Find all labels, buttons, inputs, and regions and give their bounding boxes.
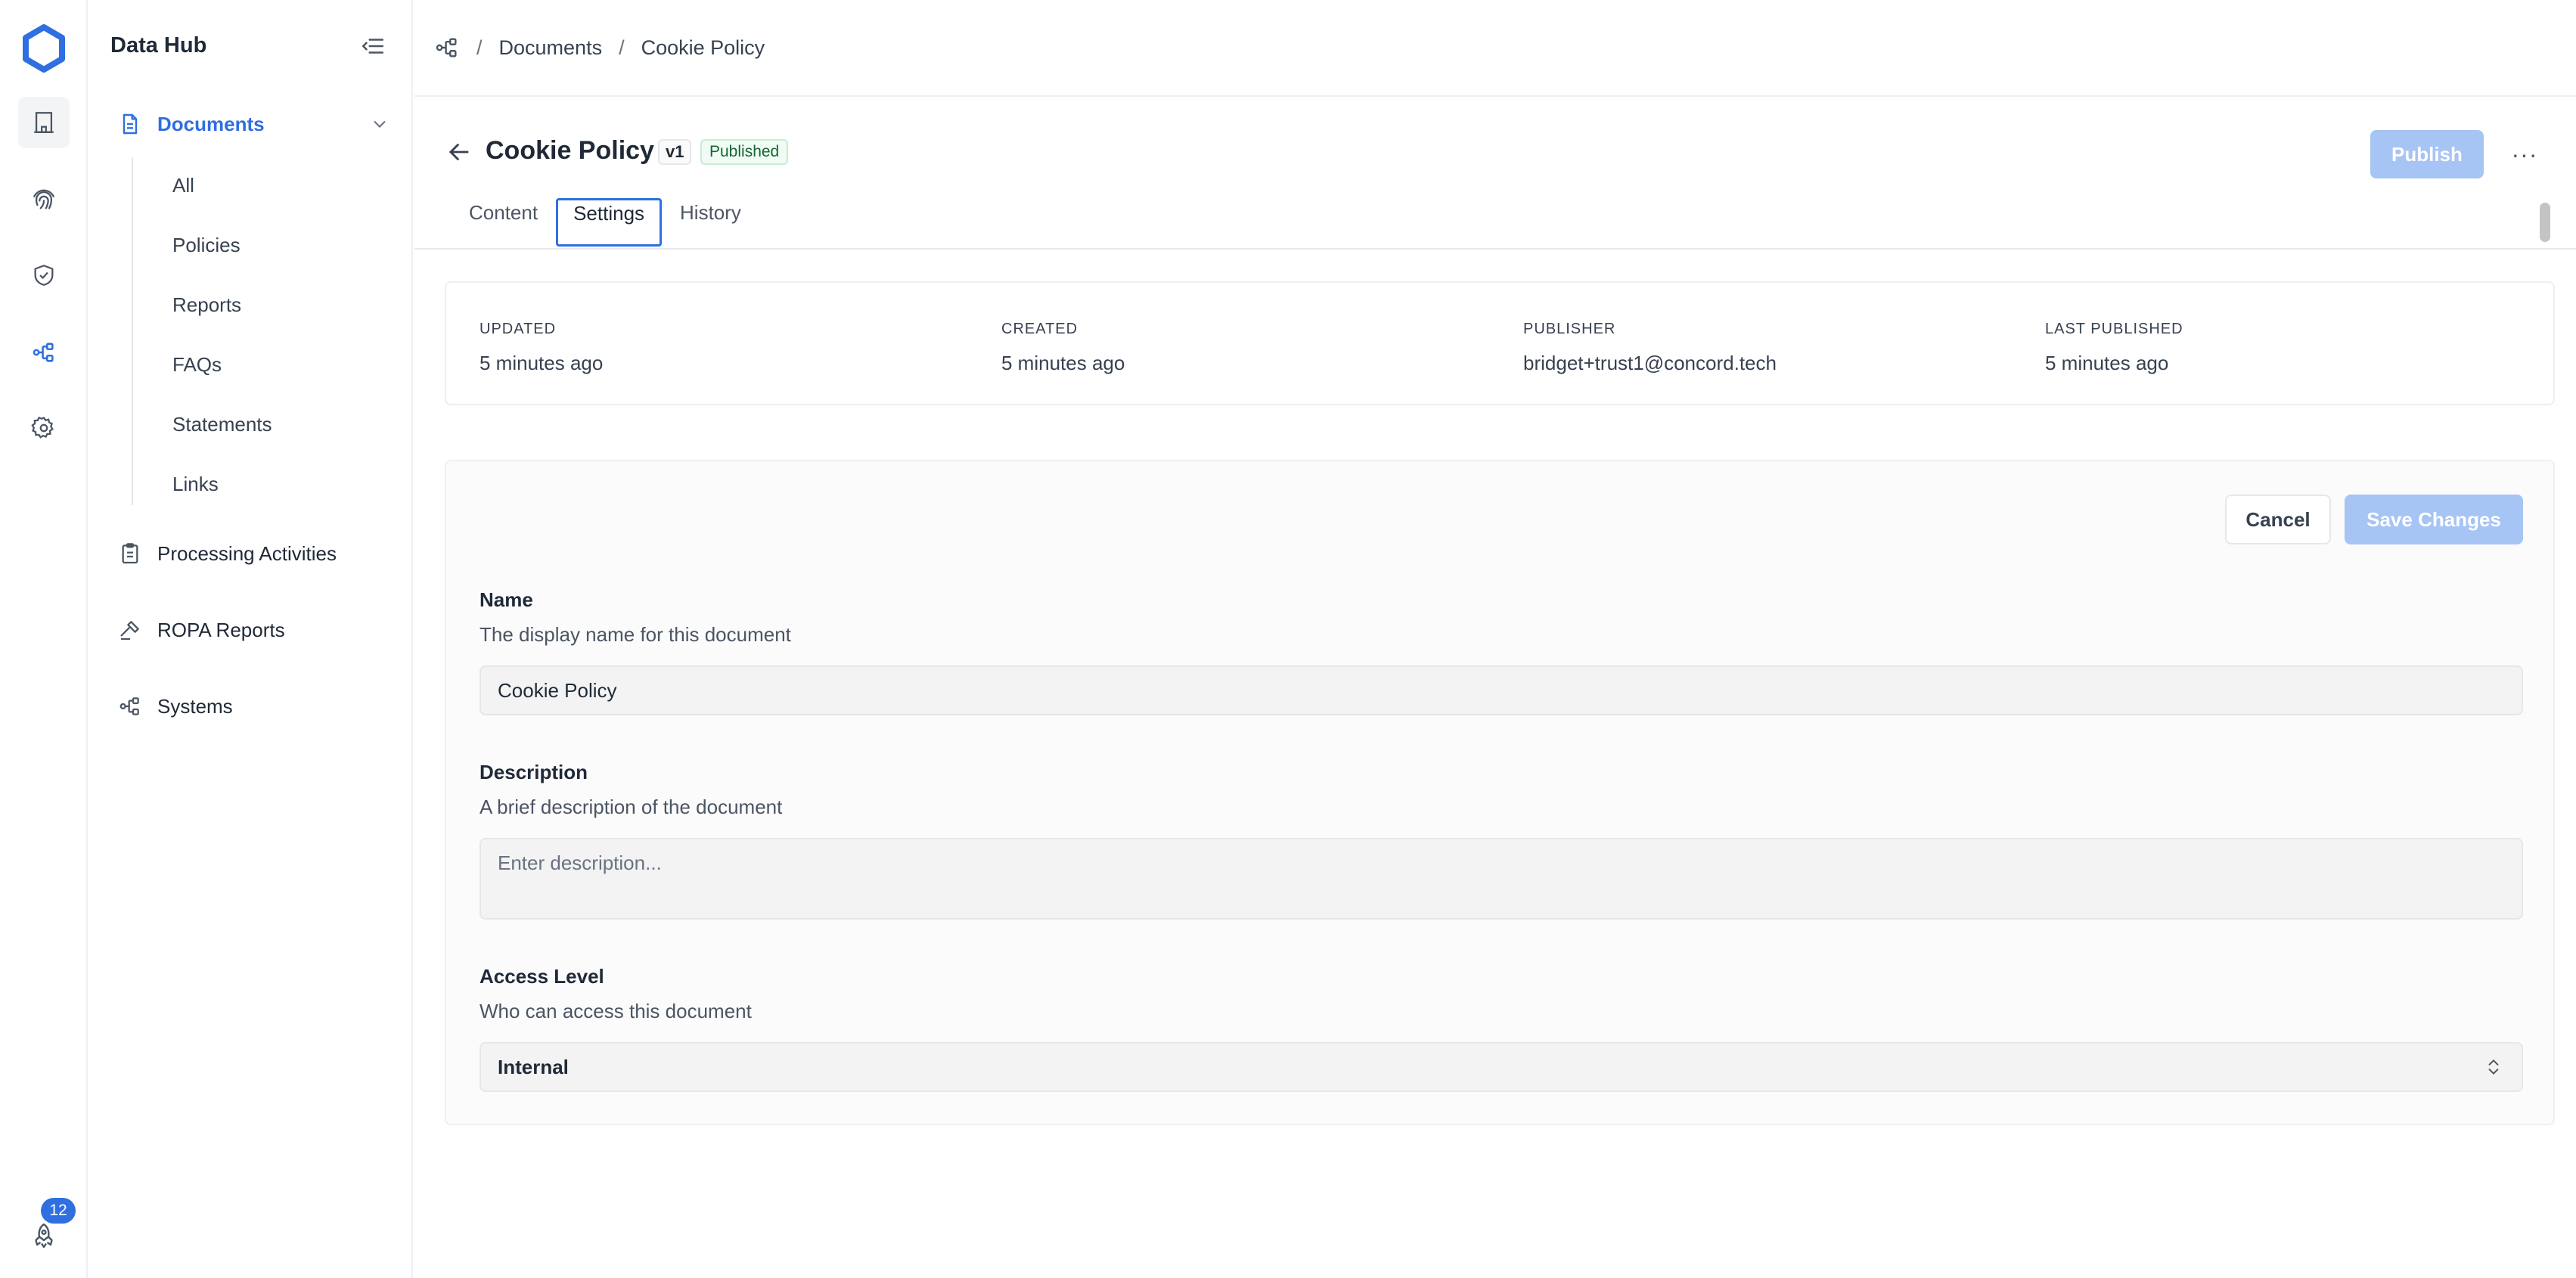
settings-form: Cancel Save Changes Name The display nam… (445, 460, 2555, 1125)
access-level-help-text: Who can access this document (480, 1000, 752, 1022)
tab-history[interactable]: History (665, 198, 756, 247)
sidebar-sub-divider (132, 157, 133, 505)
meta-publisher: PUBLISHER bridget+trust1@concord.tech (1523, 321, 1777, 375)
description-label: Description (480, 761, 588, 783)
name-field[interactable]: Cookie Policy (480, 665, 2523, 715)
meta-label: CREATED (1001, 321, 1079, 337)
fingerprint-icon (33, 189, 54, 209)
gavel-icon (120, 621, 139, 641)
sidebar-title: Data Hub (110, 33, 207, 57)
chevron-up-down-icon (2488, 1059, 2499, 1075)
document-header: Cookie Policy v1 Published Publish ··· C… (414, 97, 2576, 250)
rail-settings-button[interactable] (18, 402, 70, 454)
systems-icon[interactable] (434, 35, 460, 60)
systems-icon (119, 697, 139, 715)
access-level-select[interactable]: Internal (480, 1042, 2523, 1092)
sidebar-item-all[interactable]: All (172, 174, 194, 197)
sidebar-item-policies[interactable]: Policies (172, 234, 241, 257)
back-arrow-icon[interactable] (445, 138, 473, 166)
page-title: Cookie Policy (486, 136, 654, 165)
tab-content[interactable]: Content (454, 198, 553, 247)
description-help-text: A brief description of the document (480, 796, 783, 818)
rail-organization-button[interactable] (18, 97, 70, 148)
access-level-value: Internal (498, 1055, 569, 1078)
sidebar-item-ropa-reports[interactable]: ROPA Reports (118, 613, 285, 647)
clipboard-icon (122, 543, 138, 564)
access-level-label: Access Level (480, 965, 604, 988)
breadcrumb-separator: / (476, 36, 483, 59)
rail-privacy-button[interactable] (18, 174, 70, 225)
building-icon (34, 112, 54, 133)
meta-last-published: LAST PUBLISHED 5 minutes ago (2045, 321, 2183, 375)
name-label: Name (480, 588, 533, 611)
meta-label: PUBLISHER (1523, 321, 1616, 337)
systems-icon (33, 343, 54, 362)
sidebar-item-faqs[interactable]: FAQs (172, 353, 222, 377)
tabs: Content Settings History (454, 198, 756, 250)
icon-rail: 12 (0, 0, 88, 1278)
sidebar-group-documents[interactable]: Documents (118, 107, 390, 141)
document-icon (123, 113, 138, 135)
meta-value: 5 minutes ago (2045, 352, 2169, 374)
tab-settings[interactable]: Settings (556, 198, 663, 247)
sidebar-item-label: ROPA Reports (157, 618, 285, 641)
breadcrumb-separator: / (619, 36, 625, 59)
breadcrumb-documents-link[interactable]: Documents (499, 36, 603, 60)
meta-label: LAST PUBLISHED (2045, 321, 2183, 337)
sidebar-item-links[interactable]: Links (172, 473, 219, 496)
meta-updated: UPDATED 5 minutes ago (480, 321, 603, 375)
shield-check-icon (34, 265, 54, 286)
version-badge: v1 (658, 139, 692, 165)
gear-icon (31, 416, 54, 439)
meta-value: 5 minutes ago (480, 352, 604, 374)
rail-trust-button[interactable] (18, 250, 70, 301)
save-changes-button[interactable]: Save Changes (2345, 495, 2523, 544)
scrollbar-thumb[interactable] (2540, 203, 2550, 242)
app-logo-icon[interactable] (20, 24, 68, 73)
sidebar-item-reports[interactable]: Reports (172, 293, 241, 317)
sidebar: Data Hub Documents All Policies Reports … (88, 0, 413, 1278)
description-field[interactable]: Enter description... (480, 838, 2523, 920)
rocket-icon (35, 1223, 53, 1249)
document-meta-card: UPDATED 5 minutes ago CREATED 5 minutes … (445, 281, 2555, 405)
sidebar-item-systems[interactable]: Systems (118, 690, 233, 723)
status-badge: Published (700, 139, 789, 165)
meta-created: CREATED 5 minutes ago (1001, 321, 1125, 375)
rail-data-hub-button[interactable] (18, 327, 70, 378)
sidebar-item-label: Processing Activities (157, 541, 337, 565)
name-help-text: The display name for this document (480, 623, 791, 646)
cancel-button[interactable]: Cancel (2225, 495, 2331, 544)
sidebar-item-statements[interactable]: Statements (172, 413, 272, 436)
breadcrumb: / Documents / Cookie Policy (414, 0, 2576, 97)
notification-count-badge: 12 (41, 1198, 76, 1224)
sidebar-group-label: Documents (157, 112, 265, 135)
breadcrumb-current: Cookie Policy (641, 36, 765, 59)
meta-value: 5 minutes ago (1001, 352, 1125, 374)
sidebar-item-processing-activities[interactable]: Processing Activities (118, 537, 337, 570)
publish-button[interactable]: Publish (2370, 130, 2484, 178)
sidebar-item-label: Systems (157, 694, 233, 718)
meta-label: UPDATED (480, 321, 557, 337)
collapse-sidebar-icon[interactable] (360, 33, 386, 59)
chevron-down-icon (374, 120, 386, 128)
more-options-icon[interactable]: ··· (2509, 141, 2540, 168)
meta-value: bridget+trust1@concord.tech (1523, 352, 1777, 374)
